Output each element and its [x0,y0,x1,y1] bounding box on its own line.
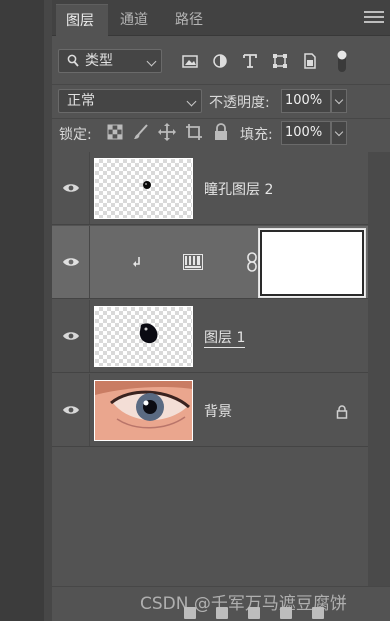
eye-icon[interactable] [62,256,80,268]
watermark-text: CSDN @千军万马遮豆腐饼 [140,594,347,614]
layer-row-background[interactable]: 背景 [52,374,368,447]
lock-artboard-icon[interactable] [185,123,203,141]
search-icon [67,54,79,67]
smart-object-filter-icon[interactable] [300,51,320,71]
tool-strip [0,0,52,621]
lock-row: 锁定: 填充: 100% [52,118,390,146]
filter-kind-select[interactable]: 类型 [58,49,162,73]
chevron-down-icon [186,96,197,107]
layer-name[interactable]: 瞳孔图层 2 [204,179,273,199]
tab-paths[interactable]: 路径 [165,4,215,36]
lock-all-icon[interactable] [212,123,230,141]
levels-adjustment-icon[interactable] [183,254,203,270]
opacity-dropdown[interactable] [331,89,347,113]
fill-dropdown[interactable] [331,121,347,145]
lock-transparent-pixels-icon[interactable] [106,123,124,141]
opacity-input[interactable]: 100% [281,89,331,113]
lock-icon [336,405,348,419]
blend-row: 正常 不透明度: 100% [52,84,390,114]
eye-icon[interactable] [62,330,80,342]
layer-name[interactable]: 背景 [204,401,232,421]
layer-thumbnail[interactable] [94,306,193,367]
shape-filter-icon[interactable] [270,51,290,71]
eye-icon[interactable] [62,182,80,194]
fill-label: 填充: [240,127,273,143]
eye-icon[interactable] [62,404,80,416]
chevron-down-icon [334,127,344,137]
layer-row-layer-1[interactable]: 图层 1 [52,300,368,373]
chevron-down-icon [146,56,157,67]
layers-bottom-toolbar: CSDN @千军万马遮豆腐饼 [52,586,390,621]
layer-thumbnail[interactable] [94,380,193,441]
fill-input[interactable]: 100% [281,121,331,145]
iris-shape [139,323,158,344]
layer-thumbnail[interactable] [94,158,193,219]
filter-kind-label: 类型 [85,53,113,69]
pupil-shape [143,181,151,189]
layer-name[interactable]: 图层 1 [204,327,246,348]
mask-link-icon[interactable] [246,252,258,272]
visibility-toggle[interactable] [52,374,90,446]
layers-scrollbar[interactable] [368,152,390,621]
chevron-down-icon [334,95,344,105]
adjustment-filter-icon[interactable] [210,51,230,71]
lock-position-icon[interactable] [158,123,176,141]
tab-channels[interactable]: 通道 [110,4,160,36]
lock-label: 锁定: [59,127,92,143]
layer-row-levels-adjustment[interactable] [52,226,368,299]
layer-mask-thumbnail[interactable] [259,229,365,297]
filter-toggle-icon[interactable] [334,48,350,74]
layer-row-pupil-2[interactable]: 瞳孔图层 2 [52,152,368,225]
opacity-label: 不透明度: [209,95,270,111]
blend-mode-select[interactable]: 正常 [58,89,202,113]
tab-layers[interactable]: 图层 [56,4,108,36]
layers-list: 瞳孔图层 2 图层 1 背景 [52,152,390,447]
layers-panel: 图层 通道 路径 类型 正常 不透明度: 100% 锁定: 填充: 100% 瞳… [52,0,390,621]
image-filter-icon[interactable] [180,51,200,71]
visibility-toggle[interactable] [52,152,90,224]
visibility-toggle[interactable] [52,226,90,298]
lock-image-pixels-icon[interactable] [132,123,150,141]
panel-tab-bar: 图层 通道 路径 [52,0,390,36]
panel-menu-icon[interactable] [364,8,384,24]
blend-mode-value: 正常 [67,93,95,109]
type-filter-icon[interactable] [240,51,260,71]
visibility-toggle[interactable] [52,300,90,372]
filter-row: 类型 [52,46,390,76]
eye-photo-image [95,381,192,440]
clipping-arrow-icon [133,257,140,267]
